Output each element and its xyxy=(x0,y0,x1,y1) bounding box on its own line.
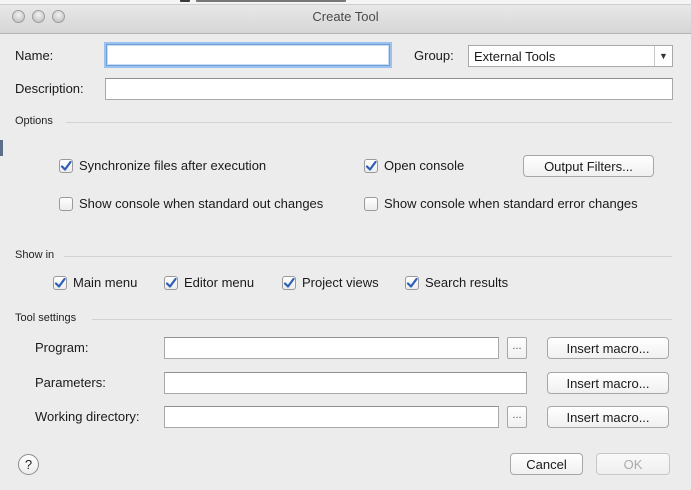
group-label: Group: xyxy=(414,48,454,63)
search-results-checkbox[interactable]: Search results xyxy=(405,275,508,290)
show-console-stderr-label: Show console when standard error changes xyxy=(384,196,638,211)
show-in-divider xyxy=(64,256,672,257)
output-filters-button[interactable]: Output Filters... xyxy=(523,155,654,177)
parameters-insert-macro-button[interactable]: Insert macro... xyxy=(547,372,669,394)
program-browse-button[interactable]: ... xyxy=(507,337,527,359)
help-button[interactable]: ? xyxy=(18,454,39,475)
description-label: Description: xyxy=(15,81,84,96)
program-label: Program: xyxy=(35,340,89,355)
parameters-label: Parameters: xyxy=(35,375,106,390)
checkbox-box[interactable] xyxy=(364,158,378,173)
checkbox-box[interactable] xyxy=(164,275,178,290)
working-directory-insert-macro-button[interactable]: Insert macro... xyxy=(547,406,669,428)
background-window-strip xyxy=(0,0,691,5)
editor-menu-checkbox[interactable]: Editor menu xyxy=(164,275,254,290)
window-title: Create Tool xyxy=(312,9,379,24)
sync-files-checkbox[interactable]: Synchronize files after execution xyxy=(59,158,266,173)
main-menu-label: Main menu xyxy=(73,275,138,290)
project-views-label: Project views xyxy=(302,275,379,290)
show-console-stdout-label: Show console when standard out changes xyxy=(79,196,324,211)
background-window-edge xyxy=(0,140,3,156)
group-select[interactable]: External Tools ▼ xyxy=(468,45,673,67)
cancel-button[interactable]: Cancel xyxy=(510,453,583,475)
parameters-input[interactable] xyxy=(164,372,527,394)
checkbox-box[interactable] xyxy=(53,275,67,290)
working-directory-input[interactable] xyxy=(164,406,499,428)
project-views-checkbox[interactable]: Project views xyxy=(282,275,379,290)
checkbox-box[interactable] xyxy=(59,196,73,211)
create-tool-dialog: Create Tool Name: Group: External Tools … xyxy=(0,0,691,490)
name-label: Name: xyxy=(15,48,54,63)
tool-settings-section-label: Tool settings xyxy=(15,312,77,324)
open-console-label: Open console xyxy=(384,158,465,173)
show-console-stdout-checkbox[interactable]: Show console when standard out changes xyxy=(59,196,323,211)
open-console-checkbox[interactable]: Open console xyxy=(364,158,464,173)
search-results-label: Search results xyxy=(425,275,509,290)
checkbox-box[interactable] xyxy=(59,158,73,173)
editor-menu-label: Editor menu xyxy=(184,275,255,290)
working-directory-browse-button[interactable]: ... xyxy=(507,406,527,428)
program-insert-macro-button[interactable]: Insert macro... xyxy=(547,337,669,359)
checkbox-box[interactable] xyxy=(405,275,419,290)
tool-settings-divider xyxy=(92,319,672,320)
checkbox-box[interactable] xyxy=(364,196,378,211)
program-input[interactable] xyxy=(164,337,499,359)
options-divider xyxy=(66,122,672,123)
main-menu-checkbox[interactable]: Main menu xyxy=(53,275,137,290)
working-directory-label: Working directory: xyxy=(35,409,140,424)
group-select-value: External Tools xyxy=(474,48,556,64)
title-bar[interactable]: Create Tool xyxy=(0,0,691,34)
checkbox-box[interactable] xyxy=(282,275,296,290)
description-input[interactable] xyxy=(105,78,673,100)
show-in-section-label: Show in xyxy=(15,249,55,261)
options-section-label: Options xyxy=(15,115,53,127)
chevron-down-icon[interactable]: ▼ xyxy=(654,46,672,66)
ok-button[interactable]: OK xyxy=(596,453,670,475)
show-console-stderr-checkbox[interactable]: Show console when standard error changes xyxy=(364,196,638,211)
name-input[interactable] xyxy=(106,44,390,66)
sync-files-label: Synchronize files after execution xyxy=(79,158,267,173)
